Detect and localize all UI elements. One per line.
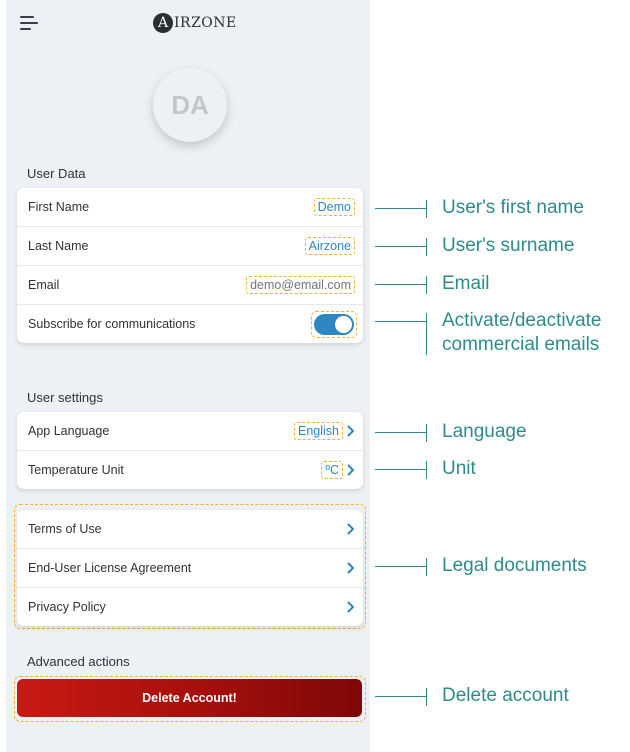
last-name-row[interactable]: Last Name Airzone bbox=[17, 227, 363, 266]
temperature-unit-label: Temperature Unit bbox=[28, 463, 124, 477]
email-label: Email bbox=[28, 278, 60, 292]
privacy-policy-row[interactable]: Privacy Policy bbox=[17, 588, 363, 626]
subscribe-row: Subscribe for communications bbox=[17, 305, 363, 343]
chevron-right-icon bbox=[347, 425, 355, 437]
callout-first-name-text: User's first name bbox=[442, 197, 584, 218]
callout-tick bbox=[426, 238, 428, 256]
callout-commercial-text: Activate/deactivate commercial emails bbox=[442, 309, 601, 357]
email-row[interactable]: Email demo@email.com bbox=[17, 266, 363, 305]
first-name-value[interactable]: Demo bbox=[313, 198, 355, 216]
logo-mark: A bbox=[153, 13, 173, 33]
callout-line bbox=[375, 696, 427, 698]
temperature-unit-value: ºC bbox=[321, 461, 343, 479]
callout-email-text: Email bbox=[442, 273, 490, 294]
top-bar: A IRZONE bbox=[6, 0, 370, 48]
temperature-unit-row[interactable]: Temperature Unit ºC bbox=[17, 451, 363, 489]
terms-of-use-label: Terms of Use bbox=[28, 522, 102, 536]
user-settings-card: App Language English Temperature Unit ºC bbox=[17, 412, 363, 489]
hamburger-menu-icon[interactable] bbox=[20, 16, 38, 30]
first-name-row[interactable]: First Name Demo bbox=[17, 188, 363, 227]
callout-surname-text: User's surname bbox=[442, 235, 575, 256]
callout-tick bbox=[426, 276, 428, 294]
callout-language-text: Language bbox=[442, 421, 527, 442]
callout-tick bbox=[426, 688, 428, 706]
delete-account-button[interactable]: Delete Account! bbox=[17, 679, 362, 717]
airzone-logo: A IRZONE bbox=[153, 12, 237, 34]
toggle-knob bbox=[335, 316, 352, 333]
callout-tick bbox=[426, 200, 428, 218]
advanced-actions-title: Advanced actions bbox=[27, 654, 130, 669]
chevron-right-icon bbox=[347, 601, 355, 613]
terms-of-use-row[interactable]: Terms of Use bbox=[17, 510, 363, 549]
privacy-policy-label: Privacy Policy bbox=[28, 600, 106, 614]
subscribe-toggle[interactable] bbox=[314, 314, 354, 335]
callout-tick bbox=[426, 558, 428, 576]
callout-line bbox=[375, 284, 427, 286]
callout-tick bbox=[426, 461, 428, 479]
callout-line bbox=[375, 246, 427, 248]
legal-documents-card: Terms of Use End-User License Agreement … bbox=[17, 510, 363, 626]
subscribe-label: Subscribe for communications bbox=[28, 317, 196, 331]
callout-tick bbox=[426, 424, 428, 442]
user-data-card: First Name Demo Last Name Airzone Email … bbox=[17, 188, 363, 343]
chevron-right-icon bbox=[347, 523, 355, 535]
logo-text: IRZONE bbox=[174, 15, 237, 31]
callout-commercial-line1: Activate/deactivate bbox=[442, 310, 602, 331]
callout-delete-text: Delete account bbox=[442, 685, 569, 706]
user-settings-title: User settings bbox=[27, 390, 103, 405]
chevron-right-icon bbox=[347, 464, 355, 476]
eula-label: End-User License Agreement bbox=[28, 561, 192, 575]
callout-legal-text: Legal documents bbox=[442, 555, 587, 576]
callout-line bbox=[375, 432, 427, 434]
callout-line bbox=[375, 321, 427, 323]
user-data-title: User Data bbox=[27, 166, 86, 181]
app-language-label: App Language bbox=[28, 424, 110, 438]
callout-commercial-line2: commercial emails bbox=[442, 334, 600, 355]
email-value[interactable]: demo@email.com bbox=[246, 276, 355, 294]
callout-line bbox=[375, 566, 427, 568]
app-language-value: English bbox=[294, 422, 343, 440]
avatar[interactable]: DA bbox=[153, 68, 227, 142]
app-language-row[interactable]: App Language English bbox=[17, 412, 363, 451]
last-name-value[interactable]: Airzone bbox=[304, 237, 355, 255]
last-name-label: Last Name bbox=[28, 239, 89, 253]
callout-unit-text: Unit bbox=[442, 458, 476, 479]
callout-line bbox=[375, 469, 427, 471]
app-screen: A IRZONE DA User Data First Name Demo La… bbox=[6, 0, 370, 752]
eula-row[interactable]: End-User License Agreement bbox=[17, 549, 363, 588]
first-name-label: First Name bbox=[28, 200, 90, 214]
subscribe-toggle-highlight bbox=[311, 311, 357, 338]
callout-line bbox=[375, 208, 427, 210]
callout-tick bbox=[426, 313, 428, 355]
chevron-right-icon bbox=[347, 562, 355, 574]
